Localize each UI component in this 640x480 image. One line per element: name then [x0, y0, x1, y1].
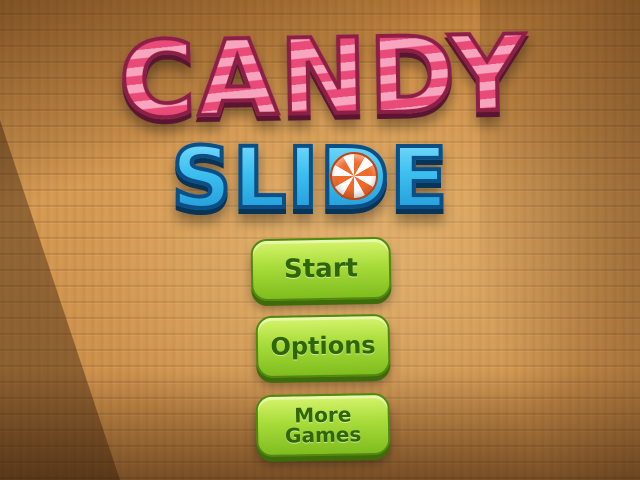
- start-button[interactable]: Start: [250, 236, 392, 302]
- options-button-label: Options: [270, 331, 376, 361]
- more-games-button-label: More Games: [284, 402, 362, 448]
- options-button[interactable]: Options: [255, 313, 391, 379]
- start-button-label: Start: [283, 253, 359, 285]
- main-menu: Start Options More Games: [0, 0, 640, 480]
- more-games-button[interactable]: More Games: [255, 392, 391, 458]
- title-screen: CANDY SLIDE Start Options More Games: [0, 0, 640, 480]
